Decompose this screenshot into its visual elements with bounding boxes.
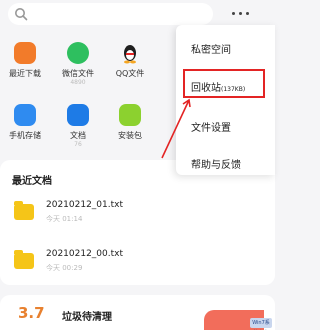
category-apk[interactable]: 安装包 <box>108 96 152 146</box>
document-name: 20210212_00.txt <box>46 249 124 259</box>
qq-penguin-icon <box>124 45 136 64</box>
folder-icon <box>14 201 34 220</box>
trash-cleanup-card[interactable]: 3.7 垃圾待清理 <box>0 295 275 330</box>
trash-size: 3.7 <box>18 304 45 322</box>
document-icon <box>67 104 89 126</box>
overflow-menu: 私密空间 回收站(137KB) 文件设置 帮助与反馈 <box>176 25 275 175</box>
category-label: 最近下载 <box>9 69 41 78</box>
menu-item-private-space[interactable]: 私密空间 <box>176 33 275 61</box>
recent-documents-card: 最近文档 20210212_01.txt 今天 01:14 20210212_0… <box>0 160 275 285</box>
document-name: 20210212_01.txt <box>46 200 124 210</box>
category-label: 微信文件 <box>62 69 94 78</box>
category-label: QQ文件 <box>115 69 145 78</box>
category-count: 4890 <box>70 79 86 86</box>
category-count: 76 <box>74 141 82 148</box>
menu-item-help-feedback[interactable]: 帮助与反馈 <box>176 148 275 176</box>
category-label: 安装包 <box>118 131 142 140</box>
menu-item-label: 帮助与反馈 <box>191 160 241 171</box>
more-menu-button[interactable] <box>232 7 254 19</box>
list-item[interactable]: 20210212_00.txt 今天 00:29 <box>14 249 214 283</box>
search-input[interactable] <box>8 3 213 25</box>
search-icon <box>15 8 28 21</box>
category-label: 手机存储 <box>9 131 41 140</box>
category-qq-files[interactable]: QQ文件 <box>108 34 152 84</box>
watermark-logo: Win7系统之家 <box>250 318 272 328</box>
document-time: 今天 00:29 <box>46 264 83 272</box>
document-time: 今天 01:14 <box>46 215 83 223</box>
category-recent-downloads[interactable]: 最近下载 <box>3 34 47 84</box>
dot-icon <box>232 11 235 15</box>
menu-item-label: 私密空间 <box>191 45 231 56</box>
menu-item-label: 文件设置 <box>191 123 231 134</box>
folder-icon <box>14 250 34 269</box>
dot-icon <box>239 11 242 15</box>
recent-documents-title: 最近文档 <box>12 176 52 187</box>
apk-icon <box>119 104 141 126</box>
list-item[interactable]: 20210212_01.txt 今天 01:14 <box>14 200 214 234</box>
highlight-box <box>183 69 265 98</box>
category-label: 文档 <box>70 131 86 140</box>
phone-storage-icon <box>14 104 36 126</box>
category-phone-storage[interactable]: 手机存储 <box>3 96 47 146</box>
category-wechat-files[interactable]: 微信文件 4890 <box>56 34 100 86</box>
download-icon <box>14 42 36 64</box>
dot-icon <box>246 11 249 15</box>
menu-item-file-settings[interactable]: 文件设置 <box>176 111 275 139</box>
trash-label: 垃圾待清理 <box>62 312 112 323</box>
category-documents[interactable]: 文档 76 <box>56 96 100 148</box>
wechat-icon <box>67 42 89 64</box>
